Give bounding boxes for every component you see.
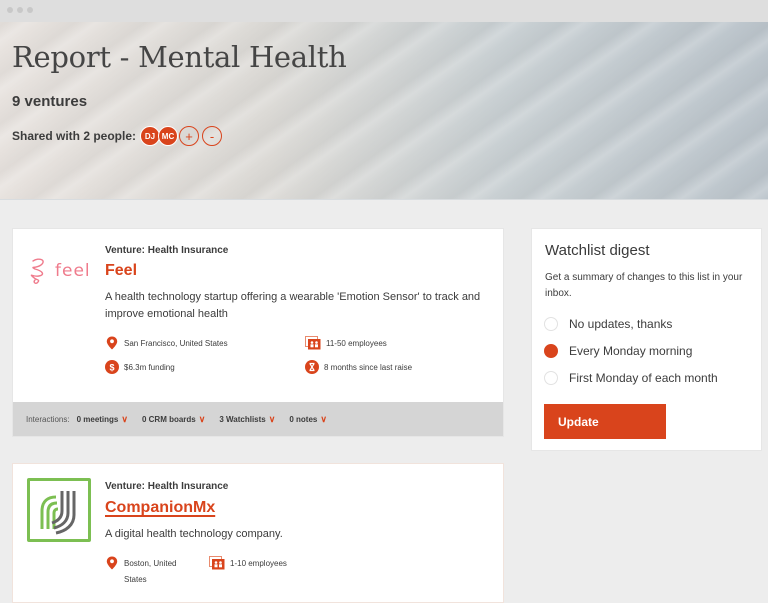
add-person-button[interactable]: + — [179, 126, 200, 146]
radio-label: No updates, thanks — [569, 317, 673, 331]
digest-title: Watchlist digest — [545, 242, 650, 259]
radio-button[interactable] — [544, 371, 558, 385]
maximize-window-button[interactable] — [27, 7, 33, 13]
close-window-button[interactable] — [7, 7, 13, 13]
radio-button-checked[interactable] — [544, 344, 558, 358]
employees-icon — [305, 336, 321, 350]
crm-boards-count: 0 CRM boards — [141, 414, 196, 424]
digest-description: Get a summary of changes to this list in… — [545, 272, 743, 299]
watchlists-count: 3 Watchlists — [219, 414, 266, 424]
venture-card: feel Venture: Health Insurance Feel A he… — [12, 228, 504, 437]
window-titlebar — [0, 0, 768, 22]
venture-category: Venture: Health Insurance — [105, 481, 229, 492]
crm-boards-dropdown[interactable]: 0 CRM boards ∨ — [142, 414, 205, 425]
watchlists-dropdown[interactable]: 3 Watchlists ∨ — [219, 414, 275, 425]
minimize-window-button[interactable] — [17, 7, 23, 13]
chevron-down-icon: ∨ — [198, 413, 206, 424]
update-button[interactable]: Update — [544, 404, 666, 439]
feel-logo[interactable]: feel — [27, 257, 91, 285]
remove-person-button[interactable]: - — [202, 126, 223, 146]
last-raise-text: 8 months since last raise — [324, 362, 413, 372]
funding-fact: $ $6.3m funding — [105, 360, 175, 374]
avatar[interactable]: MC — [158, 126, 179, 146]
employees-text: 1-10 employees — [230, 558, 287, 568]
digest-option-no-updates[interactable]: No updates, thanks — [544, 317, 672, 331]
window-controls — [7, 7, 33, 13]
meetings-count: 0 meetings — [76, 414, 119, 424]
digest-option-first-monday[interactable]: First Monday of each month — [544, 371, 718, 385]
digest-option-every-monday[interactable]: Every Monday morning — [544, 344, 692, 358]
location-pin-icon — [106, 336, 118, 350]
interactions-label: Interactions: — [26, 414, 70, 424]
dollar-icon: $ — [105, 360, 119, 374]
radio-label: First Monday of each month — [569, 371, 718, 385]
radio-label: Every Monday morning — [569, 344, 693, 358]
notes-count: 0 notes — [289, 414, 318, 424]
venture-name-link[interactable]: CompanionMx — [105, 499, 215, 517]
companionmx-logo[interactable] — [27, 478, 91, 542]
venture-name-link[interactable]: Feel — [105, 262, 137, 280]
companionmx-logo-icon — [40, 491, 76, 535]
location-fact: San Francisco, United States — [105, 336, 228, 350]
location-fact: Boston, United States — [105, 556, 188, 588]
notes-dropdown[interactable]: 0 notes ∨ — [289, 414, 327, 425]
last-raise-fact: 8 months since last raise — [305, 360, 412, 374]
chevron-down-icon: ∨ — [121, 413, 128, 424]
radio-button[interactable] — [544, 317, 558, 331]
venture-description: A health technology startup offering a w… — [105, 291, 481, 320]
venture-card: Venture: Health Insurance CompanionMx A … — [12, 463, 504, 603]
venture-category: Venture: Health Insurance — [105, 245, 229, 256]
svg-text:$: $ — [109, 362, 114, 372]
hourglass-icon — [305, 360, 319, 374]
avatar[interactable]: DJ — [140, 126, 161, 146]
page-title: Report - Mental Health — [12, 40, 347, 74]
employees-text: 11-50 employees — [326, 338, 387, 348]
employees-fact: 1-10 employees — [209, 556, 287, 570]
feel-logo-icon — [30, 258, 44, 284]
shared-label: Shared with 2 people: — [12, 129, 137, 143]
meetings-dropdown[interactable]: 0 meetings ∨ — [77, 414, 128, 425]
shared-with: Shared with 2 people: DJ MC + - — [12, 126, 223, 146]
ventures-count: 9 ventures — [12, 93, 88, 110]
location-text: San Francisco, United States — [124, 338, 228, 348]
location-text: Boston, United States — [124, 559, 177, 584]
employees-icon — [209, 556, 225, 570]
employees-fact: 11-50 employees — [305, 336, 387, 350]
watchlist-digest-panel: Watchlist digest Get a summary of change… — [531, 228, 762, 451]
interactions-bar: Interactions: 0 meetings ∨ 0 CRM boards … — [13, 402, 503, 436]
venture-description: A digital health technology company. — [105, 528, 283, 540]
chevron-down-icon: ∨ — [268, 413, 276, 424]
chevron-down-icon: ∨ — [320, 413, 327, 424]
location-pin-icon — [106, 556, 118, 570]
feel-logo-text: feel — [55, 261, 91, 281]
funding-text: $6.3m funding — [124, 362, 175, 372]
